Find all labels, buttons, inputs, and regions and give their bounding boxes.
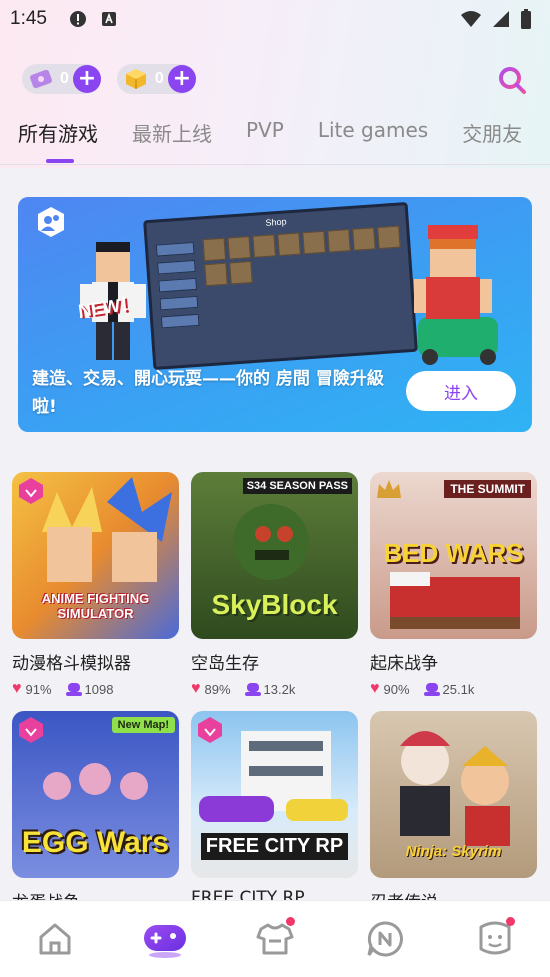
game-players: 1098 bbox=[84, 681, 114, 697]
gem-ticket-icon bbox=[30, 69, 52, 89]
gamepad-icon bbox=[144, 925, 186, 958]
season-pass-label: S34 SEASON PASS bbox=[242, 478, 352, 494]
blocky-character-right bbox=[414, 225, 498, 365]
game-art-title: Ninja: Skyrim bbox=[405, 843, 502, 860]
game-art-title: BED WARS bbox=[383, 538, 524, 568]
game-stats: ♥ 89% 13.2k bbox=[191, 680, 358, 698]
game-title: 空岛生存 bbox=[191, 654, 259, 674]
game-card[interactable]: Ninja: Skyrim 忍者传说 bbox=[370, 711, 537, 913]
gem-count: 0 bbox=[60, 70, 69, 87]
nav-games[interactable] bbox=[135, 909, 195, 969]
gold-count: 0 bbox=[154, 70, 164, 87]
nav-news[interactable] bbox=[355, 909, 415, 969]
news-chat-icon bbox=[367, 921, 403, 957]
bottom-navigation bbox=[0, 900, 550, 977]
heart-icon: ♥ bbox=[191, 680, 201, 697]
game-stats: ♥ 91% 1098 bbox=[12, 680, 179, 698]
gold-currency-pill[interactable]: 0 + bbox=[116, 64, 196, 94]
game-art-title: FREE CITY RP bbox=[201, 833, 348, 860]
tab-newest[interactable]: 最新上线 bbox=[132, 118, 212, 147]
nav-shop[interactable] bbox=[245, 909, 305, 969]
tab-all-games[interactable]: 所有游戏 bbox=[18, 118, 98, 163]
nav-home[interactable] bbox=[25, 909, 85, 969]
enter-button[interactable]: 进入 bbox=[406, 371, 516, 411]
category-tabs: 所有游戏 最新上线 PVP Lite games 交朋友 bbox=[18, 118, 550, 163]
players-icon bbox=[423, 683, 440, 696]
battery-icon bbox=[521, 9, 531, 29]
shop-notification-dot bbox=[286, 917, 295, 926]
game-thumbnail[interactable]: THE SUMMIT BED WARS bbox=[370, 472, 537, 639]
tshirt-icon bbox=[256, 923, 294, 955]
game-title: 起床战争 bbox=[370, 654, 438, 674]
game-card[interactable]: New Map! EGG Wars 龙蛋战争 bbox=[12, 711, 179, 913]
game-thumbnail[interactable]: ANIME FIGHTING SIMULATOR bbox=[12, 472, 179, 639]
gem-currency-pill[interactable]: 0 + bbox=[22, 64, 101, 94]
summit-label: THE SUMMIT bbox=[444, 480, 531, 498]
wifi-icon bbox=[461, 11, 481, 27]
new-map-label: New Map! bbox=[111, 717, 175, 733]
app-notification-icon bbox=[101, 12, 116, 26]
search-icon[interactable] bbox=[496, 64, 528, 96]
game-thumbnail[interactable]: New Map! EGG Wars bbox=[12, 711, 179, 878]
profile-notification-dot bbox=[506, 917, 515, 926]
banner-description: 建造、交易、開心玩耍——你的 房間 冒險升級啦! bbox=[32, 369, 384, 417]
game-thumbnail[interactable]: Ninja: Skyrim bbox=[370, 711, 537, 878]
home-icon bbox=[39, 923, 71, 955]
status-bar: 1:45 bbox=[0, 0, 550, 38]
currency-row: 0 + 0 + bbox=[22, 64, 196, 94]
tab-pvp[interactable]: PVP bbox=[246, 118, 284, 147]
party-badge-icon bbox=[38, 207, 64, 237]
featured-banner[interactable]: Shop NEW！ 建造、交易、開心玩耍——你的 房間 冒險升級啦! 进入 bbox=[18, 197, 532, 432]
crown-badge-icon bbox=[377, 480, 401, 498]
diamond-badge-icon bbox=[198, 717, 222, 743]
tab-lite-games[interactable]: Lite games bbox=[318, 118, 428, 147]
game-thumbnail[interactable]: FREE CITY RP bbox=[191, 711, 358, 878]
tab-divider bbox=[0, 164, 550, 165]
game-players: 25.1k bbox=[442, 681, 475, 697]
game-art-title: ANIME FIGHTING SIMULATOR bbox=[41, 591, 150, 621]
alert-icon bbox=[69, 11, 86, 27]
shop-illustration: Shop bbox=[143, 201, 418, 371]
game-players: 13.2k bbox=[263, 681, 296, 697]
game-rating: 89% bbox=[204, 681, 231, 697]
add-gems-button[interactable]: + bbox=[72, 65, 101, 93]
game-rating: 91% bbox=[25, 681, 52, 697]
game-title: 动漫格斗模拟器 bbox=[12, 654, 131, 674]
game-rating: 90% bbox=[383, 681, 410, 697]
tab-make-friends[interactable]: 交朋友 bbox=[462, 118, 522, 147]
diamond-badge-icon bbox=[19, 478, 43, 504]
players-icon bbox=[65, 683, 82, 696]
game-thumbnail[interactable]: S34 SEASON PASS SkyBlock bbox=[191, 472, 358, 639]
game-art-title: EGG Wars bbox=[21, 826, 170, 859]
status-time: 1:45 bbox=[10, 8, 47, 29]
diamond-badge-icon bbox=[19, 717, 43, 743]
add-gold-button[interactable]: + bbox=[167, 65, 196, 93]
game-card[interactable]: S34 SEASON PASS SkyBlock 空岛生存 ♥ 89% 13.2… bbox=[191, 472, 358, 698]
game-card[interactable]: FREE CITY RP FREE CITY RP bbox=[191, 711, 358, 908]
game-card[interactable]: THE SUMMIT BED WARS 起床战争 ♥ 90% 25.1k bbox=[370, 472, 537, 698]
players-icon bbox=[244, 683, 261, 696]
signal-icon bbox=[493, 11, 509, 27]
nav-profile[interactable] bbox=[465, 909, 525, 969]
heart-icon: ♥ bbox=[12, 680, 22, 697]
game-art-title: SkyBlock bbox=[211, 589, 338, 620]
game-stats: ♥ 90% 25.1k bbox=[370, 680, 537, 698]
heart-icon: ♥ bbox=[370, 680, 380, 697]
gold-cube-icon bbox=[125, 69, 146, 89]
game-card[interactable]: ANIME FIGHTING SIMULATOR 动漫格斗模拟器 ♥ 91% 1… bbox=[12, 472, 179, 698]
